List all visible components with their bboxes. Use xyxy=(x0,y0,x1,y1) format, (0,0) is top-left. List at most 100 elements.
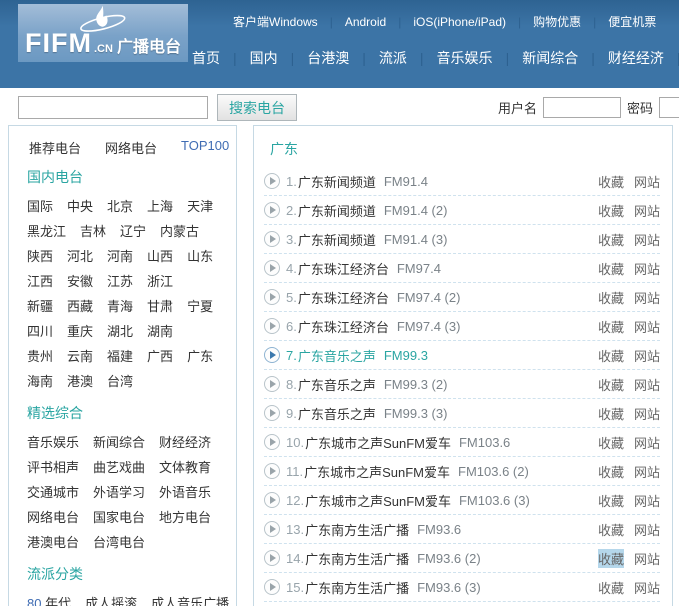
sidebar-link[interactable]: 山东 xyxy=(187,249,213,264)
top-link-1[interactable]: 客户端Windows xyxy=(233,13,318,30)
favorite-link[interactable]: 收藏 xyxy=(598,520,624,539)
sidebar-link[interactable]: 天津 xyxy=(187,199,213,214)
station-name[interactable]: 广东珠江经济台 xyxy=(298,317,389,336)
nav-link-1[interactable]: 首页 xyxy=(192,48,220,68)
sidebar-link[interactable]: 福建 xyxy=(107,349,133,364)
favorite-link[interactable]: 收藏 xyxy=(598,288,624,307)
play-icon[interactable] xyxy=(264,463,280,479)
website-link[interactable]: 网站 xyxy=(634,259,660,278)
favorite-link[interactable]: 收藏 xyxy=(598,404,624,423)
play-icon[interactable] xyxy=(264,289,280,305)
station-name[interactable]: 广东音乐之声 xyxy=(298,346,376,365)
sidebar-link[interactable]: 广东 xyxy=(187,349,213,364)
website-link[interactable]: 网站 xyxy=(634,201,660,220)
website-link[interactable]: 网站 xyxy=(634,578,660,597)
sidebar-link[interactable]: 成人摇滚 xyxy=(85,596,137,606)
sidebar-link[interactable]: 海南 xyxy=(27,374,53,389)
sidebar-link[interactable]: 甘肃 xyxy=(147,299,173,314)
sidebar-link[interactable]: 吉林 xyxy=(80,224,106,239)
favorite-link[interactable]: 收藏 xyxy=(598,201,624,220)
play-icon[interactable] xyxy=(264,231,280,247)
nav-link-7[interactable]: 财经经济 xyxy=(608,48,664,68)
favorite-link[interactable]: 收藏 xyxy=(598,549,624,568)
top-link-2[interactable]: Android xyxy=(345,15,386,29)
play-icon[interactable] xyxy=(264,521,280,537)
sidebar-link[interactable]: 港澳 xyxy=(67,374,93,389)
search-button[interactable]: 搜索电台 xyxy=(217,94,297,121)
station-name[interactable]: 广东南方生活广播 xyxy=(305,520,409,539)
station-name[interactable]: 广东珠江经济台 xyxy=(298,288,389,307)
sidebar-link[interactable]: 河南 xyxy=(107,249,133,264)
top-link-4[interactable]: 购物优惠 xyxy=(533,13,581,30)
sidebar-link[interactable]: 内蒙古 xyxy=(160,224,199,239)
sidebar-link[interactable]: 成人音乐广播 xyxy=(151,596,229,606)
sidebar-link[interactable]: 黑龙江 xyxy=(27,224,66,239)
sidebar-tab-2[interactable]: 网络电台 xyxy=(105,138,157,157)
password-input[interactable] xyxy=(659,97,679,118)
sidebar-link[interactable]: 江苏 xyxy=(107,274,133,289)
play-icon[interactable] xyxy=(264,434,280,450)
nav-link-2[interactable]: 国内 xyxy=(250,48,278,68)
sidebar-link[interactable]: 江西 xyxy=(27,274,53,289)
sidebar-link[interactable]: 新疆 xyxy=(27,299,53,314)
sidebar-link[interactable]: 宁夏 xyxy=(187,299,213,314)
play-icon[interactable] xyxy=(264,347,280,363)
sidebar-link[interactable]: 青海 xyxy=(107,299,133,314)
station-name[interactable]: 广东城市之声SunFM爱车 xyxy=(304,462,450,481)
top-link-3[interactable]: iOS(iPhone/iPad) xyxy=(413,15,506,29)
website-link[interactable]: 网站 xyxy=(634,346,660,365)
website-link[interactable]: 网站 xyxy=(634,520,660,539)
sidebar-tab-1[interactable]: 推荐电台 xyxy=(29,138,81,157)
sidebar-link[interactable]: 音乐娱乐 xyxy=(27,435,79,450)
sidebar-link[interactable]: 曲艺戏曲 xyxy=(93,460,145,475)
website-link[interactable]: 网站 xyxy=(634,404,660,423)
sidebar-link[interactable]: 台湾 xyxy=(107,374,133,389)
favorite-link[interactable]: 收藏 xyxy=(598,375,624,394)
sidebar-link[interactable]: 河北 xyxy=(67,249,93,264)
username-input[interactable] xyxy=(543,97,621,118)
play-icon[interactable] xyxy=(264,405,280,421)
website-link[interactable]: 网站 xyxy=(634,491,660,510)
favorite-link[interactable]: 收藏 xyxy=(598,230,624,249)
website-link[interactable]: 网站 xyxy=(634,230,660,249)
sidebar-link[interactable]: 辽宁 xyxy=(120,224,146,239)
sidebar-link[interactable]: 港澳电台 xyxy=(27,535,79,550)
play-icon[interactable] xyxy=(264,550,280,566)
website-link[interactable]: 网站 xyxy=(634,375,660,394)
sidebar-link[interactable]: 80 年代 xyxy=(27,596,71,606)
favorite-link[interactable]: 收藏 xyxy=(598,259,624,278)
station-name[interactable]: 广东城市之声SunFM爱车 xyxy=(305,433,451,452)
station-name[interactable]: 广东新闻频道 xyxy=(298,201,376,220)
site-logo[interactable]: FIFM .CN 广播电台 xyxy=(18,4,188,62)
sidebar-link[interactable]: 湖北 xyxy=(107,324,133,339)
sidebar-link[interactable]: 中央 xyxy=(67,199,93,214)
sidebar-link[interactable]: 国际 xyxy=(27,199,53,214)
sidebar-link[interactable]: 外语音乐 xyxy=(159,485,211,500)
sidebar-link[interactable]: 国家电台 xyxy=(93,510,145,525)
station-name[interactable]: 广东南方生活广播 xyxy=(305,578,409,597)
sidebar-link[interactable]: 西藏 xyxy=(67,299,93,314)
sidebar-link[interactable]: 新闻综合 xyxy=(93,435,145,450)
station-name[interactable]: 广东城市之声SunFM爱车 xyxy=(305,491,451,510)
sidebar-tab-3[interactable]: TOP100 xyxy=(181,138,229,157)
play-icon[interactable] xyxy=(264,579,280,595)
sidebar-link[interactable]: 外语学习 xyxy=(93,485,145,500)
favorite-link[interactable]: 收藏 xyxy=(598,172,624,191)
play-icon[interactable] xyxy=(264,376,280,392)
website-link[interactable]: 网站 xyxy=(634,462,660,481)
sidebar-link[interactable]: 网络电台 xyxy=(27,510,79,525)
favorite-link[interactable]: 收藏 xyxy=(598,578,624,597)
play-icon[interactable] xyxy=(264,173,280,189)
station-name[interactable]: 广东珠江经济台 xyxy=(298,259,389,278)
favorite-link[interactable]: 收藏 xyxy=(598,317,624,336)
station-name[interactable]: 广东新闻频道 xyxy=(298,172,376,191)
website-link[interactable]: 网站 xyxy=(634,317,660,336)
sidebar-link[interactable]: 山西 xyxy=(147,249,173,264)
play-icon[interactable] xyxy=(264,318,280,334)
station-name[interactable]: 广东音乐之声 xyxy=(298,375,376,394)
favorite-link[interactable]: 收藏 xyxy=(598,462,624,481)
favorite-link[interactable]: 收藏 xyxy=(598,346,624,365)
search-input[interactable] xyxy=(18,96,208,119)
sidebar-link[interactable]: 上海 xyxy=(147,199,173,214)
station-name[interactable]: 广东新闻频道 xyxy=(298,230,376,249)
